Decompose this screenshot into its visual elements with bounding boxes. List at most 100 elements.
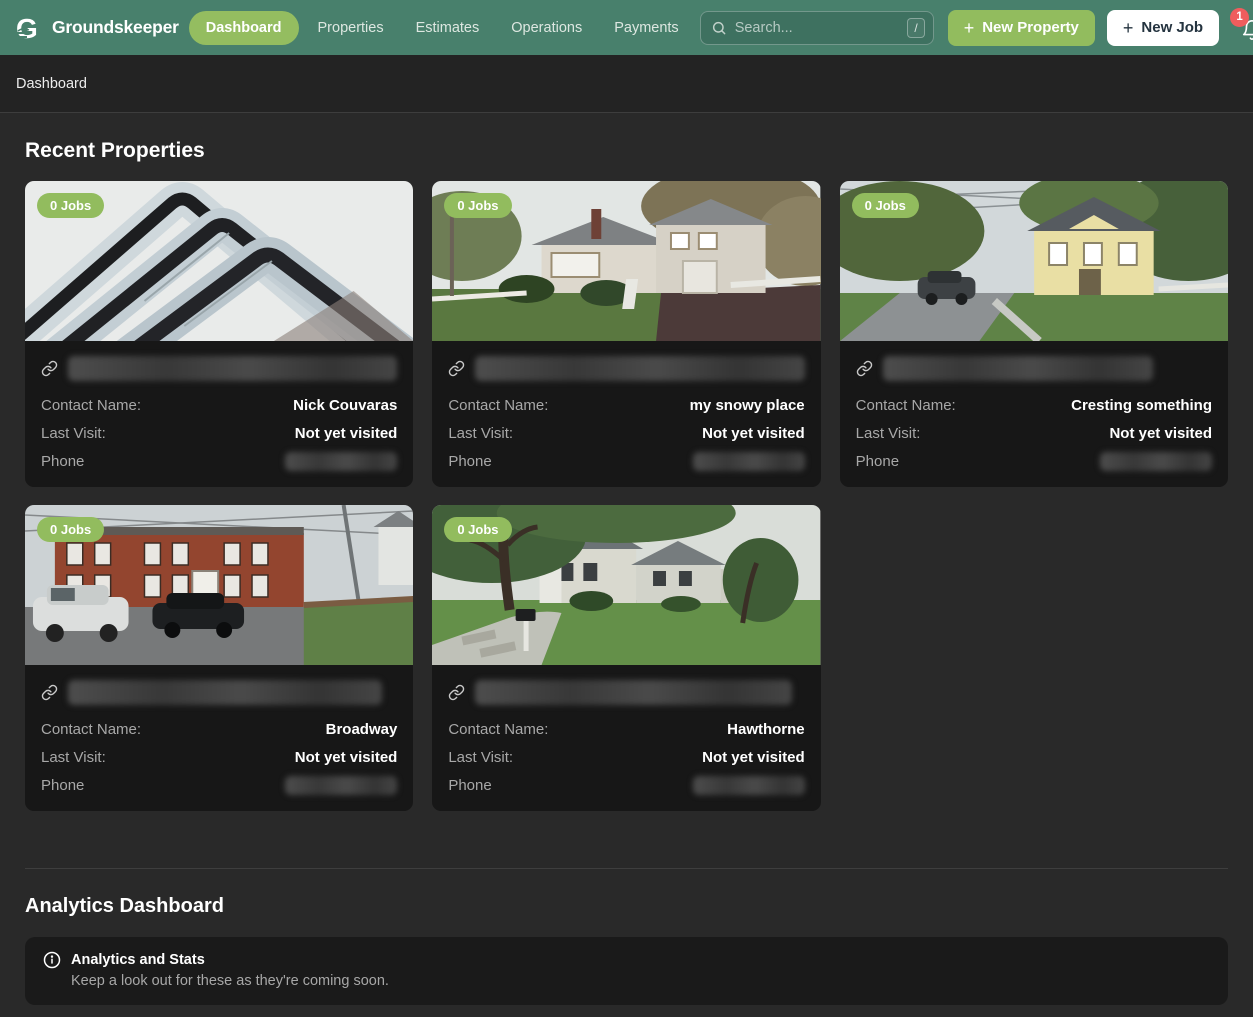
contact-name: Hawthorne — [727, 721, 805, 738]
contact-name: my snowy place — [690, 397, 805, 414]
contact-label: Contact Name: — [856, 397, 956, 414]
last-visit-label: Last Visit: — [41, 749, 106, 766]
property-photo: 0 Jobs — [840, 181, 1228, 341]
redacted-phone — [1100, 452, 1212, 471]
link-icon — [448, 360, 465, 377]
info-icon — [43, 951, 61, 969]
link-icon — [41, 360, 58, 377]
jobs-count-badge: 0 Jobs — [37, 193, 104, 218]
link-icon — [448, 684, 465, 701]
breadcrumb[interactable]: Dashboard — [16, 76, 87, 92]
svg-text:G: G — [16, 13, 38, 43]
redacted-address — [475, 356, 804, 381]
property-card[interactable]: 0 Jobs Contact Name: Hawthorne Last Visi… — [432, 505, 820, 811]
last-visit-value: Not yet visited — [1109, 425, 1212, 442]
property-card[interactable]: 0 Jobs Contact Name: Cresting something … — [840, 181, 1228, 487]
analytics-info-card: Analytics and Stats Keep a look out for … — [25, 937, 1228, 1005]
redacted-phone — [693, 452, 805, 471]
contact-label: Contact Name: — [448, 721, 548, 738]
contact-name: Nick Couvaras — [293, 397, 397, 414]
contact-label: Contact Name: — [448, 397, 548, 414]
phone-row: Phone — [448, 775, 804, 796]
jobs-count-badge: 0 Jobs — [444, 517, 511, 542]
phone-label: Phone — [448, 777, 491, 794]
link-icon — [41, 684, 58, 701]
last-visit-value: Not yet visited — [702, 749, 805, 766]
property-card[interactable]: 0 Jobs Contact Name: Nick Couvaras Last … — [25, 181, 413, 487]
top-nav-bar: G Groundskeeper Dashboard Properties Est… — [0, 0, 1253, 55]
last-visit-label: Last Visit: — [856, 425, 921, 442]
redacted-phone — [693, 776, 805, 795]
property-address-link[interactable] — [41, 679, 397, 705]
property-card-info: Contact Name: Cresting something Last Vi… — [840, 341, 1228, 487]
analytics-card-title: Analytics and Stats — [71, 952, 205, 968]
last-visit-row: Last Visit: Not yet visited — [41, 423, 397, 444]
jobs-count-badge: 0 Jobs — [444, 193, 511, 218]
property-address-link[interactable] — [448, 679, 804, 705]
jobs-count-badge: 0 Jobs — [37, 517, 104, 542]
notification-count-badge: 1 — [1230, 8, 1249, 27]
redacted-address — [883, 356, 1154, 381]
phone-row: Phone — [41, 775, 397, 796]
contact-row: Contact Name: Broadway — [41, 719, 397, 740]
new-job-label: New Job — [1141, 19, 1203, 36]
phone-label: Phone — [448, 453, 491, 470]
last-visit-value: Not yet visited — [295, 425, 398, 442]
nav-item-payments[interactable]: Payments — [601, 11, 691, 45]
nav-item-estimates[interactable]: Estimates — [403, 11, 493, 45]
last-visit-value: Not yet visited — [295, 749, 398, 766]
analytics-dashboard-title: Analytics Dashboard — [25, 895, 1228, 918]
property-photo: 0 Jobs — [25, 181, 413, 341]
property-address-link[interactable] — [856, 355, 1212, 381]
breadcrumb-bar: Dashboard — [0, 55, 1253, 113]
jobs-count-badge: 0 Jobs — [852, 193, 919, 218]
nav-item-operations[interactable]: Operations — [498, 11, 595, 45]
redacted-address — [68, 356, 397, 381]
property-card[interactable]: 0 Jobs Contact Name: Broadway Last Visit… — [25, 505, 413, 811]
contact-row: Contact Name: Cresting something — [856, 395, 1212, 416]
phone-row: Phone — [856, 451, 1212, 472]
property-card[interactable]: 0 Jobs Contact Name: my snowy place Last… — [432, 181, 820, 487]
link-icon — [856, 360, 873, 377]
redacted-address — [475, 680, 792, 705]
property-address-link[interactable] — [448, 355, 804, 381]
main-content: Recent Properties 0 Jobs — [0, 113, 1253, 1005]
search-box[interactable]: / — [700, 11, 934, 45]
contact-name: Broadway — [326, 721, 398, 738]
property-card-info: Contact Name: Nick Couvaras Last Visit: … — [25, 341, 413, 487]
last-visit-label: Last Visit: — [448, 749, 513, 766]
nav-item-dashboard[interactable]: Dashboard — [189, 11, 299, 45]
new-property-label: New Property — [982, 19, 1079, 36]
phone-label: Phone — [41, 453, 84, 470]
contact-row: Contact Name: Hawthorne — [448, 719, 804, 740]
last-visit-value: Not yet visited — [702, 425, 805, 442]
property-photo: 0 Jobs — [25, 505, 413, 665]
last-visit-row: Last Visit: Not yet visited — [448, 747, 804, 768]
groundskeeper-logo-icon: G — [14, 13, 44, 43]
brand-name: Groundskeeper — [52, 17, 179, 38]
contact-row: Contact Name: Nick Couvaras — [41, 395, 397, 416]
nav-item-properties[interactable]: Properties — [305, 11, 397, 45]
last-visit-label: Last Visit: — [41, 425, 106, 442]
redacted-phone — [285, 776, 397, 795]
redacted-address — [68, 680, 382, 705]
property-photo: 0 Jobs — [432, 505, 820, 665]
last-visit-label: Last Visit: — [448, 425, 513, 442]
contact-row: Contact Name: my snowy place — [448, 395, 804, 416]
property-card-info: Contact Name: my snowy place Last Visit:… — [432, 341, 820, 487]
plus-icon: + — [1123, 19, 1134, 37]
main-nav: Dashboard Properties Estimates Operation… — [189, 11, 692, 45]
phone-label: Phone — [856, 453, 899, 470]
plus-icon: + — [964, 19, 975, 37]
section-divider — [25, 868, 1228, 869]
redacted-phone — [285, 452, 397, 471]
property-address-link[interactable] — [41, 355, 397, 381]
contact-name: Cresting something — [1071, 397, 1212, 414]
new-job-button[interactable]: + New Job — [1107, 10, 1219, 46]
contact-label: Contact Name: — [41, 721, 141, 738]
search-input[interactable] — [735, 20, 900, 36]
property-card-info: Contact Name: Hawthorne Last Visit: Not … — [432, 665, 820, 811]
phone-label: Phone — [41, 777, 84, 794]
analytics-card-message: Keep a look out for these as they're com… — [71, 973, 1210, 989]
new-property-button[interactable]: + New Property — [948, 10, 1095, 46]
